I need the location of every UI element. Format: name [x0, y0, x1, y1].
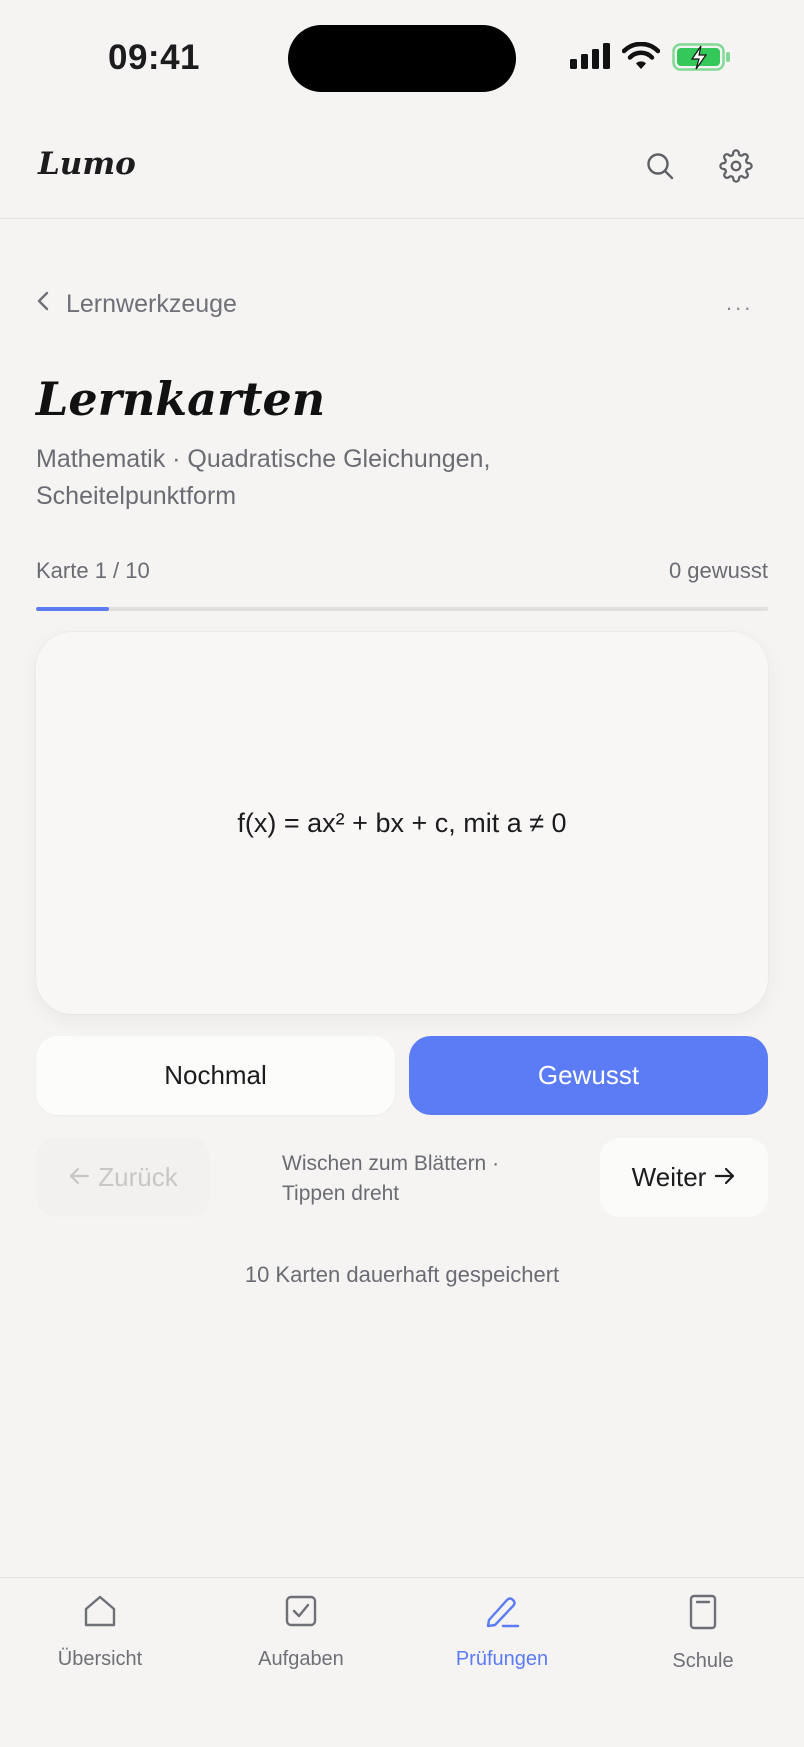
tabbar-divider [0, 1577, 804, 1578]
page-subtitle: Mathematik · Quadratische Gleichungen, S… [36, 445, 491, 510]
progress-bar [36, 607, 768, 611]
previous-button[interactable]: Zurück [36, 1138, 210, 1217]
status-time: 09:41 [108, 38, 201, 77]
header-divider [0, 218, 804, 219]
app-logo[interactable]: Lumo [38, 146, 136, 182]
home-icon [82, 1594, 118, 1634]
tab-aufgaben[interactable]: Aufgaben [201, 1594, 401, 1671]
pen-icon [483, 1594, 521, 1634]
arrow-left-icon [68, 1162, 90, 1193]
checkbox-icon [284, 1594, 318, 1634]
wifi-icon [621, 41, 661, 75]
cellular-signal-icon [570, 43, 612, 74]
card-counter: Karte 1 / 10 [36, 558, 150, 583]
book-icon [687, 1594, 719, 1636]
tab-pruefungen[interactable]: Prüfungen [402, 1594, 602, 1671]
arrow-right-icon [714, 1162, 736, 1193]
back-link[interactable]: Lernwerkzeuge [36, 290, 237, 319]
next-button[interactable]: Weiter [600, 1138, 768, 1217]
flashcard-text: f(x) = ax² + bx + c, mit a ≠ 0 [237, 807, 567, 838]
more-options-button[interactable]: ... [726, 290, 753, 316]
progress-bar-fill [36, 607, 110, 611]
tab-label: Übersicht [57, 1648, 143, 1670]
again-button[interactable]: Nochmal [36, 1036, 395, 1115]
tab-uebersicht[interactable]: Übersicht [0, 1594, 200, 1671]
battery-charging-icon [672, 43, 732, 76]
swipe-hint: Wischen zum Blättern · Tippen dreht [282, 1152, 500, 1205]
next-button-label: Weiter [631, 1162, 707, 1192]
previous-button-label: Zurück [98, 1162, 178, 1192]
chevron-left-icon [36, 290, 50, 319]
known-counter: 0 gewusst [668, 558, 768, 583]
tab-schule[interactable]: Schule [603, 1594, 803, 1673]
saved-note: 10 Karten dauerhaft gespeichert [244, 1262, 560, 1287]
known-button[interactable]: Gewusst [409, 1036, 768, 1115]
page-title: Lernkarten [36, 372, 326, 426]
flashcard[interactable]: f(x) = ax² + bx + c, mit a ≠ 0 [36, 632, 768, 1014]
tab-label: Prüfungen [455, 1648, 549, 1670]
gear-icon[interactable] [716, 146, 756, 186]
tab-label: Schule [672, 1650, 734, 1672]
back-link-label: Lernwerkzeuge [66, 290, 237, 318]
tab-label: Aufgaben [258, 1648, 344, 1670]
dynamic-island [288, 25, 516, 92]
search-icon[interactable] [640, 146, 680, 186]
